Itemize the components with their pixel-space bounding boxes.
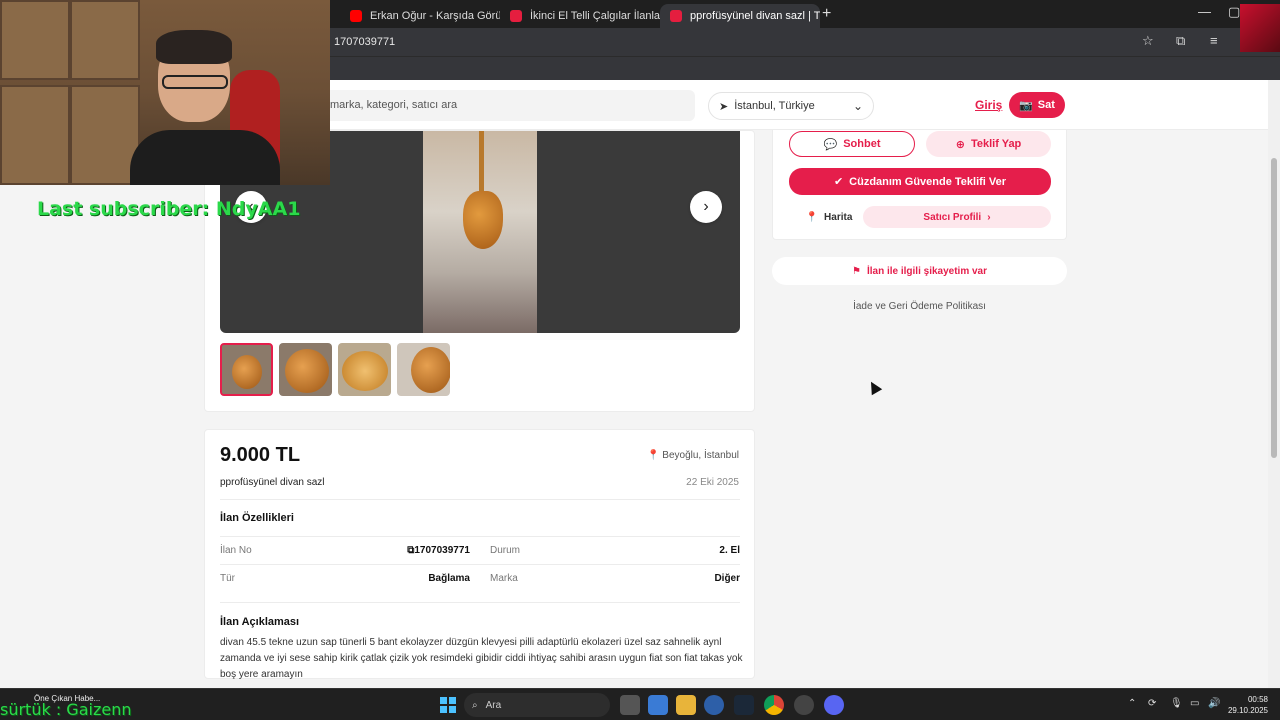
chevron-down-icon: ⌄	[852, 99, 863, 113]
youtube-icon	[350, 10, 362, 22]
location-selector[interactable]: ➤ İstanbul, Türkiye ⌄	[708, 92, 874, 120]
next-photo-button[interactable]: ›	[690, 191, 722, 223]
features-heading: İlan Özellikleri	[220, 512, 294, 524]
last-subscriber-text: Last subscriber: NdyAA1	[37, 198, 301, 220]
tab-divan-sazl[interactable]: pprofüsyünel divan sazl | Türkiy ✕	[660, 4, 820, 28]
corner-image	[1240, 4, 1280, 52]
tab-title: İkinci El Telli Çalgılar İlanları ve	[530, 10, 660, 22]
tab-erkan-ogur[interactable]: Erkan Oğur - Karşıda Görün 🔊 ✕	[340, 4, 500, 28]
microphone-icon[interactable]: 🎙	[1170, 698, 1183, 709]
discord-icon[interactable]	[824, 695, 844, 715]
thumbnail-strip	[220, 343, 450, 396]
thumbnail[interactable]	[397, 343, 450, 396]
url-field[interactable]: 1707039771	[334, 36, 395, 48]
thumbnail[interactable]	[220, 343, 273, 396]
brand-label: Marka	[490, 573, 518, 584]
clock[interactable]: 00:58 29.10.2025	[1228, 694, 1268, 716]
star-icon[interactable]: ☆	[1142, 33, 1154, 49]
map-button[interactable]: 📍 Harita	[789, 206, 869, 228]
listing-title: pprofüsyünel divan sazl	[220, 477, 325, 488]
flag-icon: ⚑	[851, 265, 861, 277]
scrollbar-thumb[interactable]	[1271, 158, 1277, 458]
site-icon	[670, 10, 682, 22]
divider	[220, 499, 740, 500]
pin-icon: 📍	[647, 450, 660, 461]
price: 9.000 TL	[220, 444, 301, 466]
condition-label: Durum	[490, 545, 521, 556]
complaint-button[interactable]: ⚑ İlan ile ilgili şikayetim var	[772, 257, 1067, 285]
volume-icon[interactable]: 🔊	[1208, 698, 1220, 709]
listing-date: 22 Eki 2025	[686, 477, 739, 488]
tab-telli-calgilar[interactable]: İkinci El Telli Çalgılar İlanları ve ✕	[500, 4, 660, 28]
new-tab-button[interactable]: +	[822, 5, 831, 23]
divider	[220, 564, 740, 565]
tab-title: Erkan Oğur - Karşıda Görün	[370, 10, 500, 22]
taskbar-search[interactable]: ⌕ Ara	[464, 693, 610, 717]
network-icon[interactable]: ▭	[1190, 698, 1199, 709]
chevron-up-icon[interactable]: ⌃	[1128, 698, 1136, 709]
chrome-icon[interactable]	[764, 695, 784, 715]
camera-icon: 📷	[1019, 99, 1033, 112]
seller-profile-button[interactable]: Satıcı Profili ›	[863, 206, 1051, 228]
maximize-icon[interactable]: ▢	[1228, 4, 1240, 20]
file-explorer-icon[interactable]	[676, 695, 696, 715]
make-offer-button[interactable]: ⊕ Teklif Yap	[926, 131, 1051, 157]
divider	[220, 536, 740, 537]
chat-icon: 💬	[823, 138, 838, 151]
sync-icon[interactable]: ⟳	[1148, 698, 1156, 709]
chevron-right-icon: ›	[987, 211, 991, 223]
refund-policy-link[interactable]: İade ve Geri Ödeme Politikası	[772, 301, 1067, 312]
windows-start-icon[interactable]	[440, 697, 456, 713]
sell-button[interactable]: 📷 Sat	[1009, 92, 1065, 118]
location-text: Beyoğlu, İstanbul	[662, 450, 739, 461]
minimize-icon[interactable]: —	[1198, 4, 1211, 19]
sell-label: Sat	[1037, 99, 1055, 111]
pin-icon: 📍	[805, 211, 819, 223]
donor-text: sürtük : Gaizenn	[0, 700, 132, 719]
streamer	[130, 30, 280, 185]
media-icon[interactable]: ≡	[1210, 33, 1218, 48]
listing-no-label: İlan No	[220, 545, 252, 556]
shield-check-icon: ✔	[833, 176, 844, 188]
type-value: Bağlama	[428, 573, 470, 584]
search-icon: ⌕	[472, 699, 478, 711]
site-icon	[510, 10, 522, 22]
task-view-icon[interactable]	[620, 695, 640, 715]
tab-title: pprofüsyünel divan sazl | Türkiy	[690, 10, 820, 22]
divider	[220, 602, 740, 603]
listing-no-value[interactable]: ⧉1707039771	[400, 545, 470, 556]
listing-info-card: 9.000 TL 📍 Beyoğlu, İstanbul pprofüsyüne…	[204, 429, 755, 680]
listing-location: 📍 Beyoğlu, İstanbul	[647, 450, 739, 461]
wallet-offer-button[interactable]: ✔ Cüzdanım Güvende Teklifi Ver	[789, 168, 1051, 195]
condition-value: 2. El	[719, 545, 740, 556]
taskbar: Öne Çıkan Habe... ⌕ Ara ⌃ ⟳ 🎙 ▭ 🔊 00:58 2…	[0, 688, 1280, 720]
app-icon[interactable]	[794, 695, 814, 715]
description-text: divan 45.5 tekne uzun sap tünerli 5 bant…	[220, 637, 743, 680]
calculator-icon[interactable]	[648, 695, 668, 715]
location-label: İstanbul, Türkiye	[734, 100, 815, 112]
steam-icon[interactable]	[734, 695, 754, 715]
thumbnail[interactable]	[338, 343, 391, 396]
type-label: Tür	[220, 573, 235, 584]
app-icon[interactable]	[704, 695, 724, 715]
offer-icon: ⊕	[955, 138, 965, 151]
scrollbar[interactable]	[1268, 80, 1280, 688]
description-heading: İlan Açıklaması	[220, 616, 300, 628]
brand-value: Diğer	[714, 573, 740, 584]
search-input[interactable]: marka, kategori, satıcı ara	[320, 90, 695, 121]
chat-button[interactable]: 💬 Sohbet	[789, 131, 915, 157]
webcam-overlay	[0, 0, 330, 185]
extensions-icon[interactable]: ⧉	[1176, 33, 1185, 49]
thumbnail[interactable]	[279, 343, 332, 396]
login-link[interactable]: Giriş	[975, 98, 1002, 112]
saz-photo	[423, 131, 537, 333]
seller-actions-card: 💬 Sohbet ⊕ Teklif Yap ✔ Cüzdanım Güvende Te…	[772, 130, 1067, 240]
navigation-arrow-icon: ➤	[719, 100, 729, 113]
